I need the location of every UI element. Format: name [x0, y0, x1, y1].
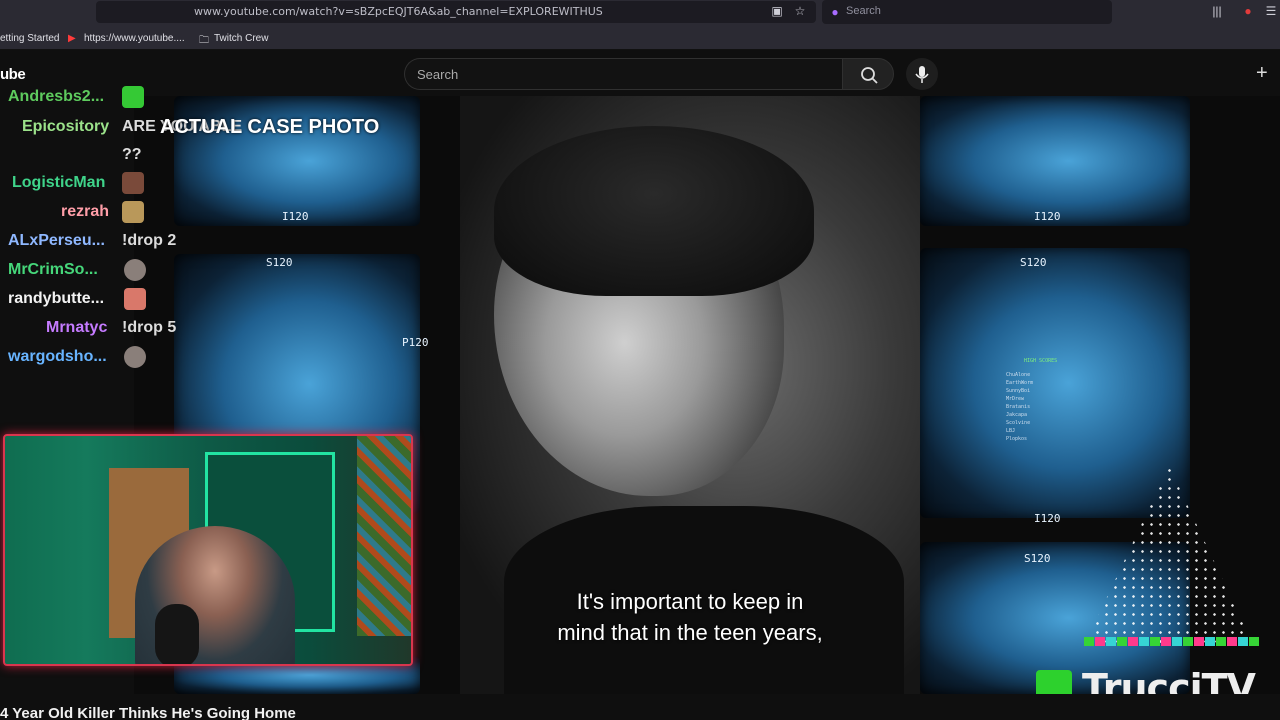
overlay-row: LBJ [1006, 428, 1016, 434]
magnifier-icon [861, 67, 878, 84]
browser-search-input[interactable]: ● Search [822, 0, 1112, 24]
chat-username: randybutte... [8, 290, 105, 307]
subtitle-line: It's important to keep in [576, 589, 804, 614]
webcam-poster [357, 436, 411, 636]
bookmark-twitch-crew[interactable]: Twitch Crew [214, 33, 268, 44]
youtube-favicon-icon: ▶ [68, 33, 76, 44]
folder-icon: 🗀 [199, 35, 209, 46]
webcam-microphone [155, 604, 199, 664]
bookmark-getting-started[interactable]: etting Started [0, 33, 59, 44]
browser-search-placeholder: Search [846, 5, 881, 17]
chat-message: ALxPerseu... !drop 2 [0, 228, 420, 254]
overlay-row: Jakcapa [1006, 412, 1028, 418]
video-title[interactable]: 4 Year Old Killer Thinks He's Going Home [0, 705, 296, 720]
chat-message: ?? [0, 142, 420, 168]
overlay-row: SunnyBoi [1006, 388, 1031, 394]
chat-username: Andresbs2... [8, 88, 105, 105]
color-strip-decoration [1084, 637, 1259, 646]
chat-username: rezrah [61, 203, 110, 220]
search-icon: ● [831, 5, 839, 19]
chat-text: !drop 2 [122, 232, 177, 249]
chat-username: Mrnatyc [46, 319, 108, 336]
emote-icon [124, 346, 146, 368]
emote-icon [122, 172, 144, 194]
overlay-row: ChuAlone [1006, 372, 1031, 378]
bookmarks-bar: etting Started ▶ https://www.youtube....… [0, 28, 1280, 50]
extension-icon[interactable]: ● [1241, 4, 1255, 18]
microphone-icon [915, 66, 929, 83]
overlay-row: Scolvine [1006, 420, 1031, 426]
subtitle-line: mind that in the teen years, [557, 620, 823, 645]
video-subtitle: It's important to keep in mind that in t… [460, 586, 920, 648]
mri-label: S120 [1020, 256, 1047, 269]
picture-icon[interactable]: ▣ [770, 4, 784, 18]
chat-username: LogisticMan [12, 174, 106, 191]
bookmark-youtube[interactable]: https://www.youtube.... [84, 33, 185, 44]
voice-search-button[interactable] [906, 58, 938, 90]
youtube-search-button[interactable] [842, 58, 894, 90]
chat-message: randybutte... [0, 286, 420, 312]
library-icon[interactable]: ||| [1210, 4, 1224, 18]
menu-icon[interactable]: ☰ [1264, 4, 1278, 18]
stream-overlay-scoreboard: HIGH SCORES ChuAlone EarthWorm SunnyBoi … [1006, 340, 1236, 450]
bookmark-star-icon[interactable]: ☆ [793, 4, 807, 18]
mri-scan [920, 96, 1190, 226]
video-caption-top: ACTUAL CASE PHOTO [160, 116, 380, 138]
youtube-search-placeholder: Search [417, 67, 459, 82]
chat-message: MrCrimSo... [0, 257, 420, 283]
chat-message: wargodsho... [0, 344, 420, 370]
overlay-row: MrDrew [1006, 396, 1025, 402]
overlay-row: Bratanis [1006, 404, 1031, 410]
emote-icon [122, 201, 144, 223]
mri-label: I120 [1034, 512, 1061, 525]
emote-icon [124, 288, 146, 310]
chat-message: Andresbs2... [0, 84, 420, 110]
chat-username: wargodsho... [8, 348, 107, 365]
brand-name: TrucciTV [1082, 666, 1256, 694]
browser-toolbar: ⛉ 🔒︎ ⚙ ▤ www.youtube.com/watch?v=sBZpcEQ… [0, 0, 1280, 28]
streamer-webcam [3, 434, 413, 666]
youtube-search-input[interactable]: Search [404, 58, 842, 90]
overlay-row: Plopkos [1006, 436, 1028, 442]
case-photo-hair [494, 126, 814, 296]
chat-username: ALxPerseu... [8, 232, 105, 249]
chat-username: Epicository [22, 118, 110, 135]
brand-logo-icon [1036, 670, 1072, 694]
chat-badge-icon [122, 86, 144, 108]
chat-message: rezrah [0, 199, 420, 225]
overlay-heading: HIGH SCORES [1024, 358, 1058, 364]
url-bar[interactable]: www.youtube.com/watch?v=sBZpcEQJT6A&ab_c… [96, 1, 816, 23]
chat-message: Mrnatyc !drop 5 [0, 315, 420, 341]
url-text: www.youtube.com/watch?v=sBZpcEQJT6A&ab_c… [194, 5, 603, 18]
chat-text: !drop 5 [122, 319, 177, 336]
youtube-logo[interactable]: ube [0, 66, 26, 83]
overlay-row: EarthWorm [1006, 380, 1034, 386]
mri-label: S120 [1024, 552, 1051, 565]
chat-text: ?? [122, 146, 142, 163]
mri-label: I120 [1034, 210, 1061, 223]
chat-username: MrCrimSo... [8, 261, 98, 278]
chat-message: LogisticMan [0, 170, 420, 196]
emote-icon [124, 259, 146, 281]
create-icon[interactable]: + [1256, 62, 1268, 85]
